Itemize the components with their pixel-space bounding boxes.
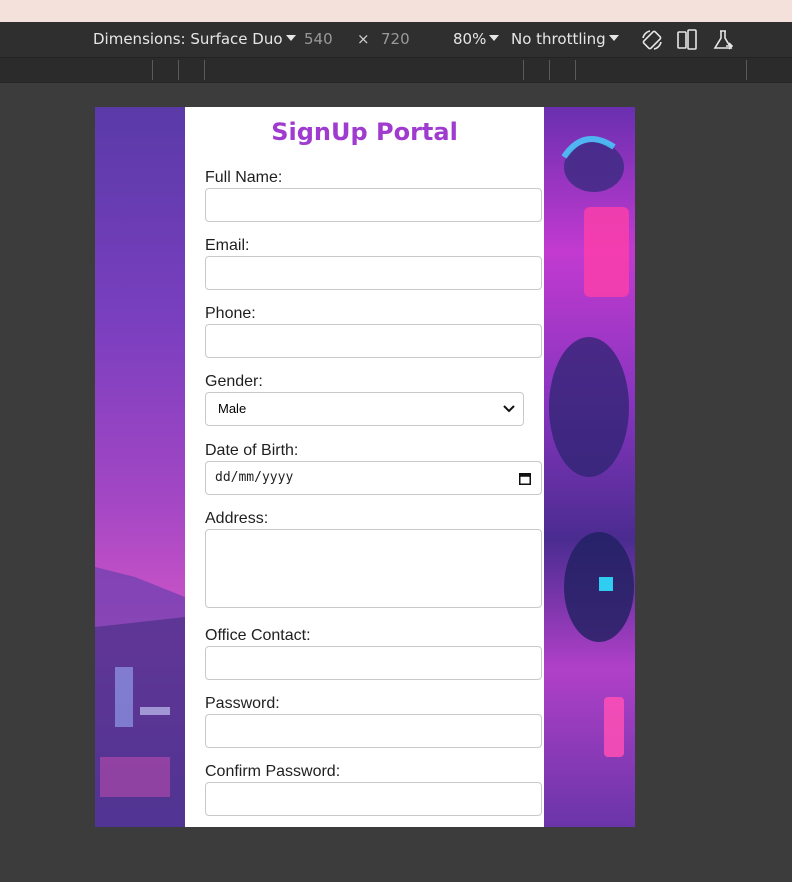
dob-input[interactable]: dd/mm/yyyy [205, 461, 542, 495]
dob-placeholder: dd/mm/yyyy [215, 470, 294, 485]
gender-selected-value: Male [218, 401, 247, 416]
zoom-dropdown[interactable]: 80% [453, 22, 500, 57]
email-input[interactable] [205, 256, 542, 290]
device-label: Dimensions: Surface Duo [93, 30, 283, 48]
throttling-dropdown[interactable]: No throttling [511, 22, 619, 57]
page-title: SignUp Portal [271, 118, 458, 146]
ruler-tick [152, 60, 153, 80]
full-name-input[interactable] [205, 188, 542, 222]
office-contact-input[interactable] [205, 646, 542, 680]
ruler-tick [178, 60, 179, 80]
full-name-label: Full Name: [205, 169, 283, 186]
rotate-icon[interactable] [640, 28, 664, 52]
gender-select[interactable]: Male [205, 392, 524, 426]
window-top-strip [0, 0, 792, 22]
media-query-ruler[interactable] [0, 57, 792, 83]
password-label: Password: [205, 695, 280, 712]
address-textarea[interactable] [205, 529, 542, 608]
chevron-down-icon [489, 35, 500, 41]
address-label: Address: [205, 510, 269, 527]
ruler-tick [575, 60, 576, 80]
device-viewport: SignUp Portal Full Name: Email: Phone: G… [95, 107, 635, 827]
background-art-left [95, 107, 185, 827]
background-art-right [544, 107, 635, 827]
calendar-icon[interactable] [519, 472, 531, 485]
device-toolbar: Dimensions: Surface Duo 540 × 720 80% No… [0, 22, 792, 57]
ruler-tick [523, 60, 524, 80]
confirm-password-input[interactable] [205, 782, 542, 816]
ruler-tick [204, 60, 205, 80]
height-input[interactable]: 720 [381, 22, 410, 57]
password-input[interactable] [205, 714, 542, 748]
device-dropdown[interactable]: Dimensions: Surface Duo [93, 22, 296, 57]
phone-input[interactable] [205, 324, 542, 358]
dob-label: Date of Birth: [205, 442, 299, 459]
confirm-password-label: Confirm Password: [205, 763, 341, 780]
phone-label: Phone: [205, 305, 256, 322]
email-label: Email: [205, 237, 250, 254]
throttling-label: No throttling [511, 30, 606, 48]
ruler-tick [549, 60, 550, 80]
ruler-tick [746, 60, 747, 80]
width-input[interactable]: 540 [304, 22, 333, 57]
times-icon: × [357, 30, 370, 48]
zoom-label: 80% [453, 30, 487, 48]
office-contact-label: Office Contact: [205, 627, 311, 644]
chevron-down-icon [503, 405, 515, 413]
chevron-down-icon [608, 35, 619, 41]
chevron-down-icon [285, 35, 296, 41]
gender-label: Gender: [205, 373, 263, 390]
signup-card: SignUp Portal Full Name: Email: Phone: G… [185, 107, 544, 827]
dual-screen-icon[interactable] [676, 28, 698, 52]
flask-icon[interactable] [712, 28, 734, 52]
